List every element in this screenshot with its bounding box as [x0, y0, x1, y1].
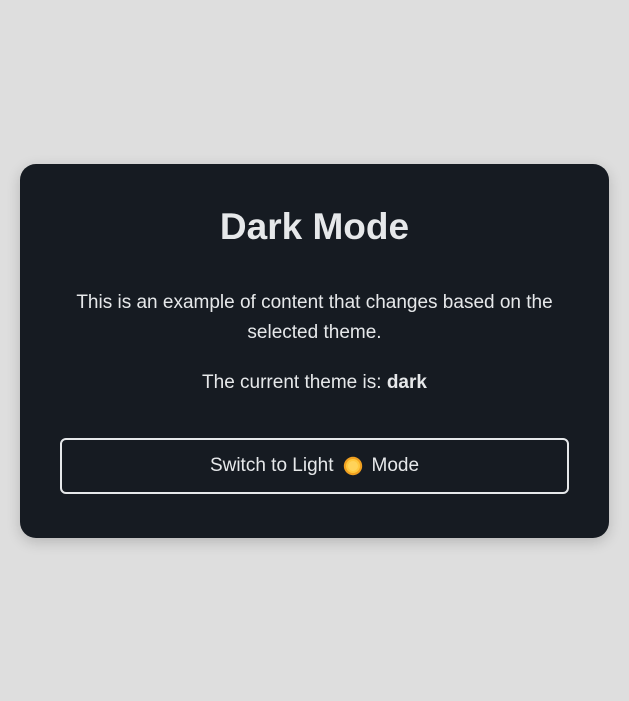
- page-title: Dark Mode: [219, 206, 410, 247]
- switch-theme-button[interactable]: Switch to Light Mode: [60, 438, 569, 494]
- theme-description: This is an example of content that chang…: [76, 292, 553, 343]
- current-theme-prefix: The current theme is:: [202, 372, 382, 393]
- current-theme-value: dark: [386, 372, 427, 393]
- theme-card: Dark Mode This is an example of content …: [20, 164, 609, 538]
- sun-icon: [343, 456, 363, 476]
- page: Dark Mode This is an example of content …: [0, 0, 629, 701]
- current-theme-text: The current theme is: dark: [60, 368, 569, 398]
- switch-theme-label-after: Mode: [371, 455, 420, 476]
- switch-theme-label-before: Switch to Light: [209, 455, 334, 476]
